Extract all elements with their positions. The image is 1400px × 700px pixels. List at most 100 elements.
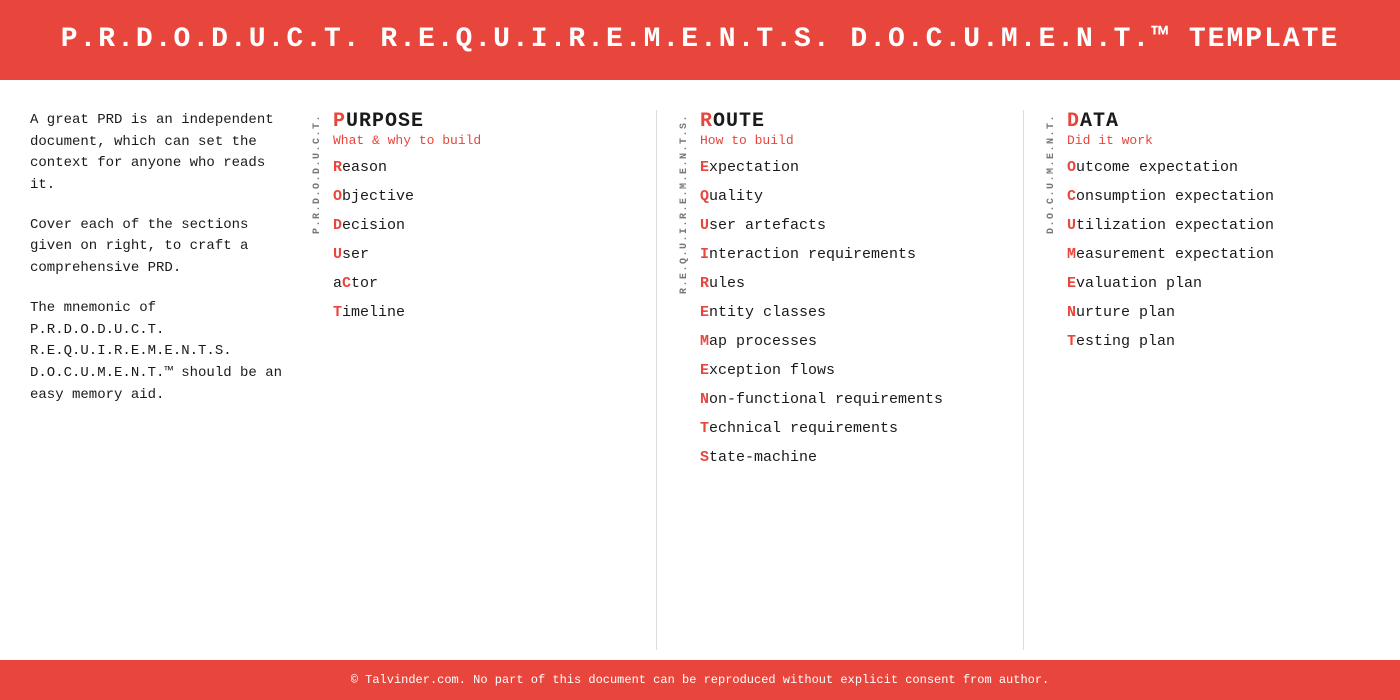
item-rest: ser artefacts: [709, 217, 826, 234]
item-letter: T: [1067, 333, 1076, 350]
purpose-items: Reason Objective Decision User aCtor Tim…: [333, 160, 636, 320]
list-item: User artefacts: [700, 218, 1003, 233]
item-letter: T: [700, 420, 709, 437]
desc-para3: The mnemonic of P.R.D.O.D.U.C.T. R.E.Q.U…: [30, 298, 290, 406]
header-bar: P.R.D.O.D.U.C.T. R.E.Q.U.I.R.E.M.E.N.T.S…: [0, 0, 1400, 80]
item-letter: R: [333, 159, 342, 176]
list-item: Non-functional requirements: [700, 392, 1003, 407]
item-rest: uality: [709, 188, 763, 205]
page-title: P.R.D.O.D.U.C.T. R.E.Q.U.I.R.E.M.E.N.T.S…: [61, 23, 1340, 57]
item-rest: bjective: [342, 188, 414, 205]
item-rest: utcome expectation: [1076, 159, 1238, 176]
purpose-title: PURPOSE: [333, 110, 636, 133]
item-letter: E: [700, 304, 709, 321]
item-letter: C: [1067, 188, 1076, 205]
item-letter: O: [333, 188, 342, 205]
data-rotated-label: D.O.C.U.M.E.N.T.: [1044, 110, 1059, 238]
item-rest: ser: [342, 246, 369, 263]
list-item: Consumption expectation: [1067, 189, 1370, 204]
data-section: D.O.C.U.M.E.N.T. DATA Did it work Outcom…: [1044, 110, 1370, 650]
item-letter: U: [700, 217, 709, 234]
list-item: Entity classes: [700, 305, 1003, 320]
divider-1: [656, 110, 657, 650]
list-item: aCtor: [333, 276, 636, 291]
list-item: Decision: [333, 218, 636, 233]
item-rest: ules: [709, 275, 745, 292]
item-rest: echnical requirements: [709, 420, 898, 437]
item-rest: ap processes: [709, 333, 817, 350]
desc-para1: A great PRD is an independent document, …: [30, 110, 290, 197]
item-rest: ntity classes: [709, 304, 826, 321]
page-wrapper: P.R.D.O.D.U.C.T. R.E.Q.U.I.R.E.M.E.N.T.S…: [0, 0, 1400, 700]
route-title-rest: OUTE: [713, 110, 765, 133]
sections-area: P.R.D.O.D.U.C.T. PURPOSE What & why to b…: [310, 110, 1370, 650]
footer-text: © Talvinder.com. No part of this documen…: [351, 673, 1050, 687]
data-title-rest: ATA: [1080, 110, 1119, 133]
list-item: Timeline: [333, 305, 636, 320]
route-content: ROUTE How to build Expectation Quality U…: [700, 110, 1003, 650]
purpose-section: P.R.D.O.D.U.C.T. PURPOSE What & why to b…: [310, 110, 636, 650]
item-rest: onsumption expectation: [1076, 188, 1274, 205]
divider-2: [1023, 110, 1024, 650]
list-item: Rules: [700, 276, 1003, 291]
list-item: Quality: [700, 189, 1003, 204]
list-item: Objective: [333, 189, 636, 204]
list-item: Measurement expectation: [1067, 247, 1370, 262]
purpose-subtitle: What & why to build: [333, 133, 636, 148]
item-letter: U: [1067, 217, 1076, 234]
data-subtitle: Did it work: [1067, 133, 1370, 148]
purpose-content: PURPOSE What & why to build Reason Objec…: [333, 110, 636, 650]
item-letter: E: [700, 159, 709, 176]
item-letter: R: [700, 275, 709, 292]
item-letter: M: [700, 333, 709, 350]
item-letter: E: [1067, 275, 1076, 292]
data-header: DATA Did it work: [1067, 110, 1370, 148]
item-letter: E: [700, 362, 709, 379]
list-item: Reason: [333, 160, 636, 175]
list-item: Evaluation plan: [1067, 276, 1370, 291]
purpose-title-P: P: [333, 110, 346, 133]
route-title: ROUTE: [700, 110, 1003, 133]
item-rest: tate-machine: [709, 449, 817, 466]
item-rest: xpectation: [709, 159, 799, 176]
item-letter: U: [333, 246, 342, 263]
list-item: Map processes: [700, 334, 1003, 349]
footer-bar: © Talvinder.com. No part of this documen…: [0, 660, 1400, 700]
item-rest: a: [333, 275, 342, 292]
item-letter: N: [700, 391, 709, 408]
item-rest: eason: [342, 159, 387, 176]
purpose-title-rest: URPOSE: [346, 110, 424, 133]
item-letter: M: [1067, 246, 1076, 263]
list-item: Testing plan: [1067, 334, 1370, 349]
list-item: Technical requirements: [700, 421, 1003, 436]
item-letter: C: [342, 275, 351, 292]
item-rest: on-functional requirements: [709, 391, 943, 408]
purpose-rotated-label: P.R.D.O.D.U.C.T.: [310, 110, 325, 238]
item-rest: valuation plan: [1076, 275, 1202, 292]
data-title: DATA: [1067, 110, 1370, 133]
route-subtitle: How to build: [700, 133, 1003, 148]
item-rest2: tor: [351, 275, 378, 292]
list-item: Interaction requirements: [700, 247, 1003, 262]
route-section: R.E.Q.U.I.R.E.M.E.N.T.S. ROUTE How to bu…: [677, 110, 1003, 650]
route-title-R: R: [700, 110, 713, 133]
item-letter: S: [700, 449, 709, 466]
item-letter: D: [333, 217, 342, 234]
item-rest: nteraction requirements: [709, 246, 916, 263]
desc-para2: Cover each of the sections given on righ…: [30, 215, 290, 280]
purpose-header: PURPOSE What & why to build: [333, 110, 636, 148]
list-item: Exception flows: [700, 363, 1003, 378]
item-rest: easurement expectation: [1076, 246, 1274, 263]
data-title-D: D: [1067, 110, 1080, 133]
item-rest: ecision: [342, 217, 405, 234]
item-letter: Q: [700, 188, 709, 205]
item-letter: O: [1067, 159, 1076, 176]
list-item: State-machine: [700, 450, 1003, 465]
list-item: Nurture plan: [1067, 305, 1370, 320]
route-items: Expectation Quality User artefacts Inter…: [700, 160, 1003, 465]
list-item: Utilization expectation: [1067, 218, 1370, 233]
list-item: User: [333, 247, 636, 262]
item-rest: tilization expectation: [1076, 217, 1274, 234]
list-item: Outcome expectation: [1067, 160, 1370, 175]
data-content: DATA Did it work Outcome expectation Con…: [1067, 110, 1370, 650]
